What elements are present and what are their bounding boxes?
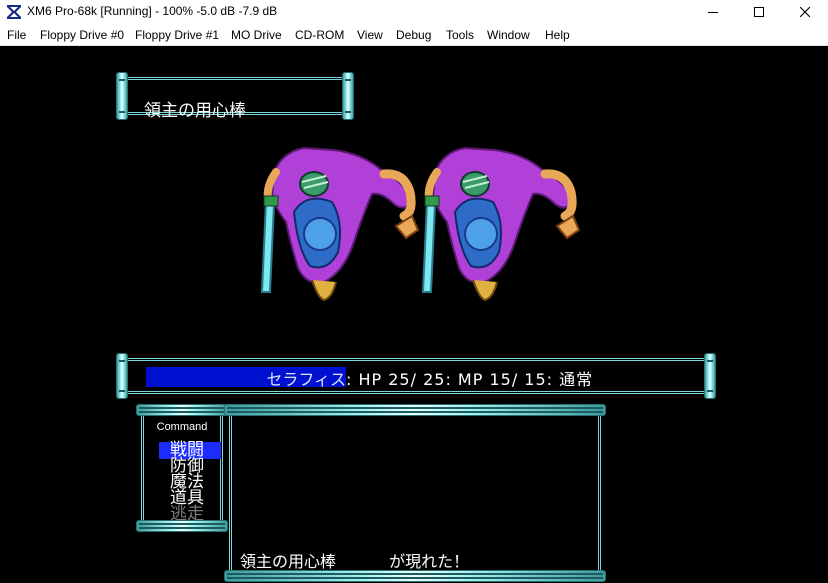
enemy-name-panel: 領主の用心棒 bbox=[116, 72, 354, 121]
maximize-icon bbox=[754, 7, 764, 17]
scroll-cap-right bbox=[342, 72, 354, 120]
enemy-ninja-sprite-2 bbox=[421, 146, 581, 302]
menu-mo-drive[interactable]: MO Drive bbox=[231, 28, 282, 42]
scroll-cap-top bbox=[136, 404, 228, 416]
menu-window[interactable]: Window bbox=[487, 28, 530, 42]
title-bar[interactable]: XM6 Pro-68k [Running] - 100% -5.0 dB -7.… bbox=[0, 0, 828, 24]
command-menu-panel: Command 戦闘 防御 魔法 道具 逃走 bbox=[136, 404, 228, 532]
party-status-panel: セラフィス : HP 25/ 25: MP 15/ 15: 通常 bbox=[116, 353, 716, 399]
enemy-ninja-sprite-1 bbox=[260, 146, 420, 302]
command-title: Command bbox=[156, 421, 208, 433]
message-window: 領主の用心棒 が現れた！ bbox=[224, 404, 606, 582]
scroll-cap-bottom bbox=[224, 570, 606, 582]
menu-debug[interactable]: Debug bbox=[396, 28, 431, 42]
scroll-cap-right bbox=[704, 353, 716, 399]
enemy-name: 領主の用心棒 bbox=[144, 101, 246, 121]
minimize-button[interactable] bbox=[690, 0, 736, 24]
menu-help[interactable]: Help bbox=[545, 28, 570, 42]
battle-message: 領主の用心棒 が現れた！ bbox=[240, 552, 470, 571]
scroll-cap-top bbox=[224, 404, 606, 416]
maximize-button[interactable] bbox=[736, 0, 782, 24]
menu-file[interactable]: File bbox=[7, 28, 26, 42]
character-name: セラフィス bbox=[266, 370, 346, 389]
menu-floppy-drive-0[interactable]: Floppy Drive #0 bbox=[40, 28, 124, 42]
xm6-app-icon bbox=[6, 4, 22, 20]
scroll-cap-left bbox=[116, 353, 128, 399]
ninja-figure bbox=[421, 146, 581, 302]
menu-floppy-drive-1[interactable]: Floppy Drive #1 bbox=[135, 28, 219, 42]
scroll-cap-bottom bbox=[136, 520, 228, 532]
menu-cd-rom[interactable]: CD-ROM bbox=[295, 28, 344, 42]
scroll-cap-left bbox=[116, 72, 128, 120]
menu-tools[interactable]: Tools bbox=[446, 28, 474, 42]
ninja-figure bbox=[260, 146, 420, 302]
minimize-icon bbox=[708, 12, 718, 13]
close-icon bbox=[800, 7, 810, 17]
character-stats: : HP 25/ 25: MP 15/ 15: 通常 bbox=[346, 370, 594, 389]
menu-bar: File Floppy Drive #0 Floppy Drive #1 MO … bbox=[0, 24, 828, 46]
close-button[interactable] bbox=[782, 0, 828, 24]
menu-view[interactable]: View bbox=[357, 28, 383, 42]
window-title: XM6 Pro-68k [Running] - 100% -5.0 dB -7.… bbox=[27, 4, 278, 18]
emulator-screen[interactable]: 領主の用心棒 セラフィス: HP 25/ 25: MP 15/ 15: 通常 … bbox=[2, 46, 826, 583]
